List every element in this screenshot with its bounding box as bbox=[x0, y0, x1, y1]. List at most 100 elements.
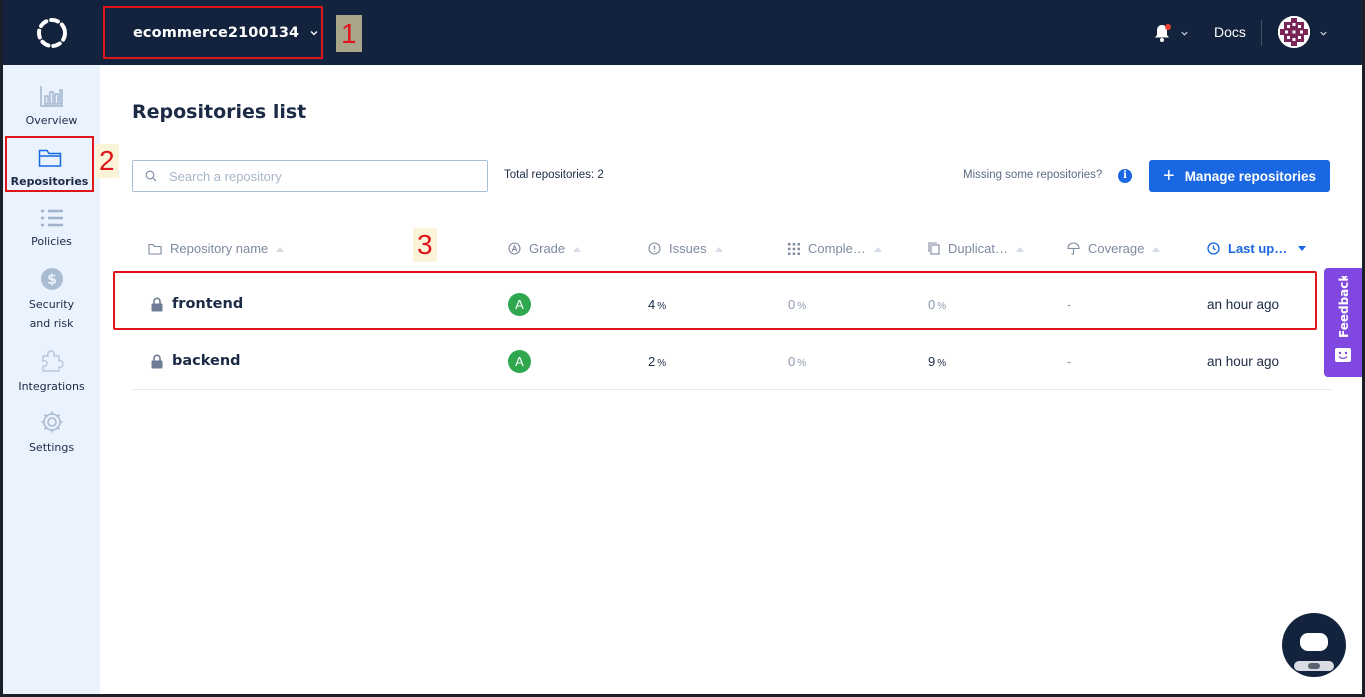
column-header-repository-name[interactable]: Repository name bbox=[148, 241, 285, 256]
percent-sign: % bbox=[797, 301, 807, 312]
alert-circle-icon bbox=[648, 242, 661, 255]
umbrella-icon bbox=[1067, 242, 1080, 255]
column-label: Issues bbox=[669, 241, 707, 256]
grade-icon bbox=[508, 242, 521, 255]
chevron-down-icon[interactable] bbox=[1180, 29, 1189, 38]
chevron-down-icon[interactable] bbox=[1319, 29, 1328, 38]
lock-icon bbox=[151, 297, 163, 312]
info-icon[interactable]: i bbox=[1118, 169, 1132, 183]
repository-name[interactable]: backend bbox=[172, 353, 241, 369]
sort-up-icon bbox=[873, 246, 882, 252]
annotation-marker-2: 2 bbox=[95, 144, 119, 178]
sidebar-item-overview[interactable]: Overview bbox=[3, 85, 100, 130]
sort-up-icon bbox=[1015, 246, 1024, 252]
app-window: ecommerce2100134 1 Docs Overview Reposit… bbox=[3, 0, 1362, 694]
repository-name[interactable]: frontend bbox=[172, 296, 243, 312]
folder-icon bbox=[38, 149, 61, 167]
search-box[interactable] bbox=[132, 160, 488, 192]
bar-chart-icon bbox=[39, 86, 63, 107]
value: 0 bbox=[928, 297, 936, 312]
column-header-last-updated[interactable]: Last up… bbox=[1207, 241, 1307, 256]
sort-up-icon bbox=[573, 246, 582, 252]
manage-repositories-button[interactable]: + Manage repositories bbox=[1149, 160, 1330, 192]
sidebar-item-label: Integrations bbox=[18, 380, 85, 393]
grid-dots-icon bbox=[788, 242, 800, 255]
column-header-grade[interactable]: Grade bbox=[508, 241, 582, 256]
feedback-label: Feedback bbox=[1337, 276, 1351, 338]
sidebar-item-policies[interactable]: Policies bbox=[3, 208, 100, 251]
copy-icon bbox=[928, 242, 940, 255]
percent-sign: % bbox=[657, 358, 667, 369]
codacy-logo-icon[interactable] bbox=[35, 16, 69, 50]
lock-icon bbox=[151, 354, 163, 369]
svg-text:$: $ bbox=[47, 272, 57, 288]
sidebar-item-label: Repositories bbox=[10, 175, 89, 188]
last-updated-value: an hour ago bbox=[1207, 354, 1280, 369]
sidebar: Overview Repositories Policies $ Securit… bbox=[3, 65, 100, 694]
percent-sign: % bbox=[937, 301, 947, 312]
user-avatar[interactable] bbox=[1278, 16, 1310, 48]
annotation-marker-3: 3 bbox=[413, 228, 437, 262]
coverage-value: - bbox=[1067, 354, 1072, 369]
search-icon bbox=[145, 170, 157, 182]
sidebar-item-settings[interactable]: Settings bbox=[3, 410, 100, 457]
value: 0 bbox=[788, 354, 796, 369]
notification-dot bbox=[1165, 24, 1171, 30]
coverage-value: - bbox=[1067, 297, 1072, 312]
chevron-down-icon bbox=[310, 30, 318, 35]
table-row[interactable]: frontend A 4% 0% 0% - an hour ago bbox=[132, 276, 1332, 333]
sidebar-item-integrations[interactable]: Integrations bbox=[3, 349, 100, 396]
sidebar-item-label: Overview bbox=[25, 114, 78, 127]
column-header-coverage[interactable]: Coverage bbox=[1067, 241, 1161, 256]
value: 4 bbox=[648, 297, 656, 312]
folder-icon bbox=[148, 243, 162, 255]
annotation-marker-1: 1 bbox=[336, 15, 362, 52]
chat-launcher-button[interactable] bbox=[1282, 613, 1346, 677]
last-updated-value: an hour ago bbox=[1207, 297, 1280, 312]
search-input[interactable] bbox=[169, 168, 469, 184]
value: 0 bbox=[788, 297, 796, 312]
sidebar-item-security[interactable]: $ Security and risk bbox=[3, 267, 100, 333]
column-header-duplication[interactable]: Duplicat… bbox=[928, 241, 1024, 256]
duplication-value: 9% bbox=[928, 354, 946, 369]
list-icon bbox=[40, 209, 63, 227]
table-row[interactable]: backend A 2% 0% 9% - an hour ago bbox=[132, 333, 1332, 390]
organization-selector[interactable]: ecommerce2100134 bbox=[103, 6, 323, 59]
sort-up-icon bbox=[1152, 246, 1161, 252]
svg-text:Feedback: Feedback bbox=[1337, 276, 1351, 338]
grade-badge: A bbox=[508, 293, 531, 316]
complexity-value: 0% bbox=[788, 297, 806, 312]
percent-sign: % bbox=[657, 301, 667, 312]
complexity-value: 0% bbox=[788, 354, 806, 369]
sidebar-item-repositories[interactable]: Repositories bbox=[5, 136, 94, 192]
missing-repositories-text: Missing some repositories? bbox=[963, 169, 1103, 181]
column-header-issues[interactable]: Issues bbox=[648, 241, 723, 256]
feedback-tab[interactable]: Feedback bbox=[1324, 268, 1362, 377]
value: 2 bbox=[648, 354, 656, 369]
sort-up-icon bbox=[714, 246, 723, 252]
total-repositories: Total repositories: 2 bbox=[504, 169, 604, 181]
sidebar-item-label: Policies bbox=[31, 235, 72, 248]
column-label: Duplicat… bbox=[948, 241, 1008, 256]
issues-value: 2% bbox=[648, 354, 666, 369]
clock-icon bbox=[1207, 242, 1220, 255]
sidebar-item-label-line2: and risk bbox=[29, 317, 74, 330]
column-header-complexity[interactable]: Comple… bbox=[788, 241, 882, 256]
organization-name: ecommerce2100134 bbox=[133, 24, 300, 41]
sort-up-icon bbox=[276, 246, 285, 252]
top-bar: ecommerce2100134 1 Docs bbox=[3, 0, 1362, 65]
puzzle-icon bbox=[41, 350, 64, 372]
docs-link[interactable]: Docs bbox=[1214, 24, 1246, 40]
avatar-pattern-icon bbox=[1278, 16, 1310, 48]
plus-icon: + bbox=[1163, 165, 1175, 187]
chat-icon bbox=[1294, 633, 1334, 671]
column-label: Comple… bbox=[808, 241, 866, 256]
column-label: Last up… bbox=[1228, 241, 1288, 256]
value: 9 bbox=[928, 354, 936, 369]
column-label: Repository name bbox=[170, 241, 269, 256]
manage-repositories-label: Manage repositories bbox=[1184, 168, 1316, 184]
column-label: Coverage bbox=[1088, 241, 1145, 256]
page-title: Repositories list bbox=[132, 101, 307, 123]
gear-icon bbox=[41, 411, 62, 433]
smiley-icon bbox=[1335, 348, 1351, 362]
